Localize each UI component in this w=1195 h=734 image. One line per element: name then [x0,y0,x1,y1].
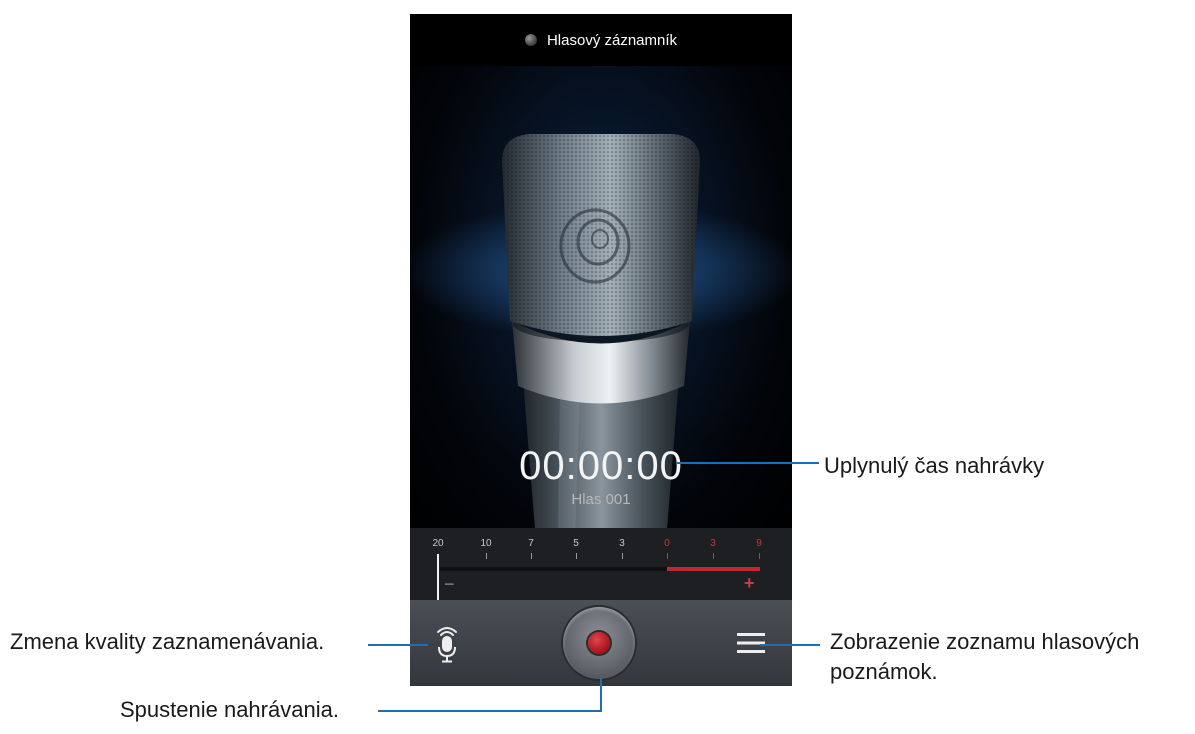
meter-tick-mark [531,553,532,559]
meter-tick-label: 7 [528,538,534,549]
annotation-recording-quality: Zmena kvality zaznamenávania. [10,629,325,654]
meter-tick-label: 9 [756,538,762,549]
meter-tick-mark [713,553,714,559]
input-level-meter: 20 10 7 5 3 0 3 9 − + [410,528,792,600]
meter-tick-mark [759,553,760,559]
meter-tick-label: 3 [710,538,716,549]
bottom-toolbar [410,600,792,686]
recordings-list-button[interactable] [728,620,774,666]
recorder-main-area: 00:00:00 Hlas 001 [410,66,792,542]
callout-line-record-vertical [600,678,602,712]
meter-minus-icon: − [444,574,455,594]
elapsed-time: 00:00:00 [519,444,683,488]
annotation-start-recording: Spustenie nahrávania. [120,697,339,722]
annotation-elapsed-time: Uplynulý čas nahrávky [824,453,1045,478]
menu-list-icon [737,633,765,653]
meter-tick-label: 3 [619,538,625,549]
meter-tick-label: 10 [480,538,492,549]
callout-line-elapsed-time [677,462,819,464]
annotation-recordings-list-line1: Zobrazenie zoznamu hlasových [830,629,1140,654]
meter-red-zone [667,567,760,571]
meter-tick-label: 0 [664,538,670,549]
meter-tick-mark [622,553,623,559]
callout-line-record-horizontal [378,710,602,712]
recording-quality-button[interactable] [424,618,470,668]
recording-file-name: Hlas 001 [571,491,631,508]
app-title: Hlasový záznamník [546,31,678,49]
recorder-status-dot-icon [524,34,537,46]
meter-tick-mark [576,553,577,559]
callout-line-quality [368,644,428,646]
callout-line-list [760,644,820,646]
meter-tick-mark [667,553,668,559]
meter-tick-label: 20 [432,538,444,549]
app-title-bar: Hlasový záznamník [410,14,792,66]
record-button[interactable] [563,607,635,679]
annotation-recordings-list-line2: poznámok. [830,659,938,684]
phone-screen: Hlasový záznamník 00:00:00 Hlas 001 20 1… [410,14,792,686]
meter-tick-mark [486,553,487,559]
record-dot-icon [588,632,610,654]
meter-level-indicator [437,554,439,600]
meter-tick-label: 5 [573,538,579,549]
meter-plus-icon: + [744,573,755,593]
microphone-signal-icon [437,627,457,663]
